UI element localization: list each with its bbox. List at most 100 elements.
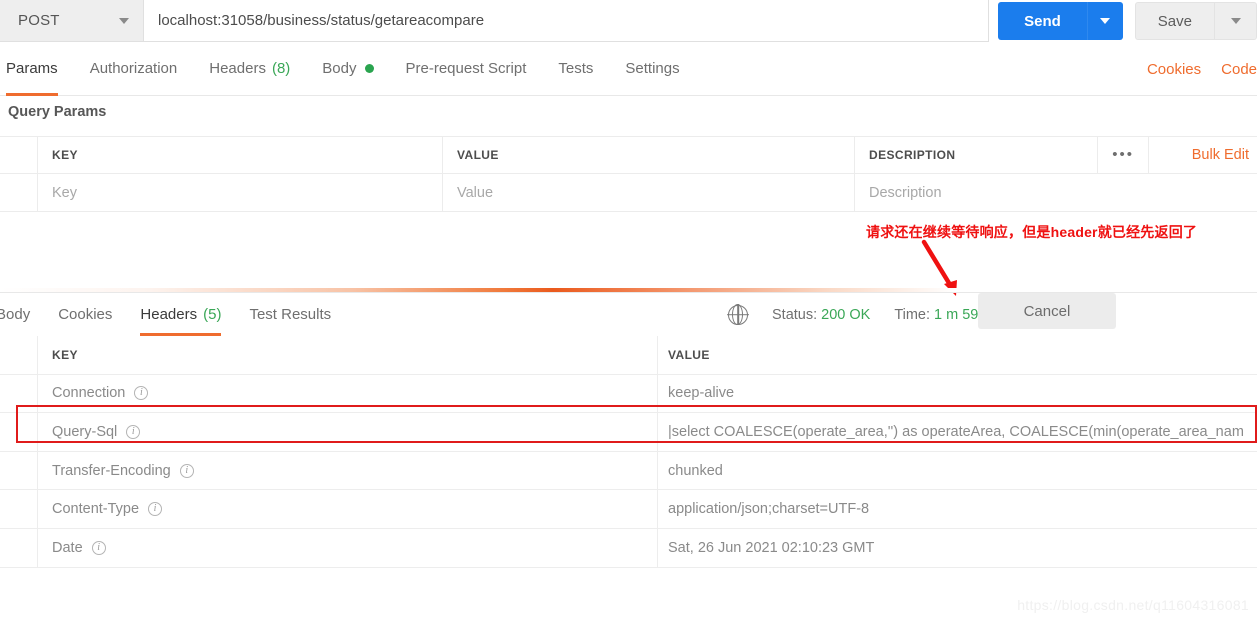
- tab-label: Body: [322, 60, 357, 77]
- time-label: Time:: [894, 306, 931, 323]
- chevron-down-icon: [1100, 18, 1111, 24]
- tab-pre-request-script[interactable]: Pre-request Script: [406, 42, 527, 96]
- response-status-bar: Status:200 OK Time:1 m 59.22 s Size:844 …: [728, 293, 1116, 336]
- query-params-title: Query Params: [8, 104, 107, 120]
- header-key-cell: Content-Type i: [38, 490, 658, 528]
- info-icon[interactable]: i: [126, 424, 141, 439]
- send-button-group: Send: [989, 0, 1123, 42]
- bulk-edit-button[interactable]: Bulk Edit: [1178, 137, 1257, 173]
- cookies-link[interactable]: Cookies: [1147, 61, 1201, 78]
- header-key-cell: Date i: [38, 528, 658, 567]
- status-label: Status:: [772, 306, 818, 323]
- param-key-placeholder: Key: [52, 184, 77, 201]
- header-row-gutter: [0, 374, 38, 413]
- tab-label: Headers: [140, 306, 198, 323]
- tab-params[interactable]: Params: [6, 42, 58, 96]
- save-options-button[interactable]: [1215, 2, 1257, 40]
- table-row: Date i Sat, 26 Jun 2021 02:10:23 GMT: [0, 528, 1257, 568]
- tab-tests[interactable]: Tests: [558, 42, 593, 96]
- header-key-label: Date: [52, 539, 83, 556]
- table-row: Transfer-Encoding i chunked: [0, 451, 1257, 491]
- send-button[interactable]: Send: [998, 2, 1087, 40]
- tab-settings[interactable]: Settings: [625, 42, 679, 96]
- response-tab-headers[interactable]: Headers (5): [140, 293, 222, 336]
- headers-header-row: KEY VALUE: [0, 336, 1257, 375]
- column-header-label: KEY: [52, 148, 78, 162]
- tab-label: Test Results: [249, 306, 332, 323]
- param-value-input[interactable]: Value: [443, 174, 855, 211]
- column-header-label: DESCRIPTION: [869, 148, 956, 162]
- http-method-selector[interactable]: POST: [0, 0, 144, 42]
- tab-count: (8): [271, 60, 291, 77]
- tab-label: Headers: [209, 60, 266, 77]
- code-link[interactable]: Code: [1221, 61, 1257, 78]
- table-row: Query-Sql i |select COALESCE(operate_are…: [0, 413, 1257, 452]
- column-key: KEY: [38, 137, 443, 173]
- tab-authorization[interactable]: Authorization: [90, 42, 178, 96]
- header-key-cell: Transfer-Encoding i: [38, 451, 658, 490]
- tab-label: Authorization: [89, 60, 178, 77]
- table-row: Content-Type i application/json;charset=…: [0, 490, 1257, 529]
- tab-count: (5): [203, 306, 222, 323]
- globe-icon: [728, 303, 748, 326]
- save-button-group: Save: [1123, 0, 1257, 42]
- cancel-button[interactable]: Cancel: [977, 293, 1116, 329]
- tab-label: Settings: [625, 60, 680, 77]
- column-value: VALUE: [443, 137, 855, 173]
- row-checkbox-cell[interactable]: [0, 174, 38, 211]
- response-tab-test-results[interactable]: Test Results: [249, 293, 331, 336]
- select-all-cell: [0, 137, 38, 173]
- chevron-down-icon: [1230, 18, 1241, 24]
- param-key-input[interactable]: Key: [38, 174, 443, 211]
- header-key-label: Query-Sql: [52, 423, 118, 440]
- response-tab-cookies[interactable]: Cookies: [58, 293, 112, 336]
- watermark: https://blog.csdn.net/q11604316081: [1017, 597, 1249, 613]
- tab-headers[interactable]: Headers (8): [209, 42, 290, 96]
- request-url-input[interactable]: localhost:31058/business/status/getareac…: [144, 0, 990, 42]
- column-key: KEY: [38, 336, 658, 374]
- header-row-gutter: [0, 528, 38, 567]
- tab-body[interactable]: Body: [322, 42, 374, 96]
- annotation-text: 请求还在继续等待响应，但是header就已经先返回了: [866, 224, 1198, 240]
- param-description-placeholder: Description: [869, 184, 942, 201]
- chevron-down-icon: [119, 17, 129, 24]
- column-header-label: VALUE: [457, 148, 499, 162]
- info-icon[interactable]: i: [134, 386, 149, 401]
- header-row-gutter: [0, 413, 38, 451]
- request-url-text: localhost:31058/business/status/getareac…: [158, 12, 485, 29]
- request-url-bar: POST localhost:31058/business/status/get…: [0, 0, 1257, 42]
- param-description-input[interactable]: Description: [855, 174, 1257, 211]
- tab-label: Body: [0, 306, 31, 323]
- http-method-label: POST: [18, 12, 60, 29]
- status-value: 200 OK: [821, 306, 871, 323]
- tab-label: Params: [6, 60, 58, 77]
- ellipsis-icon: •••: [1112, 146, 1134, 163]
- header-value-cell: application/json;charset=UTF-8: [668, 501, 870, 518]
- info-icon[interactable]: i: [179, 463, 194, 478]
- info-icon[interactable]: i: [91, 540, 106, 555]
- param-value-placeholder: Value: [457, 184, 494, 201]
- header-key-label: Content-Type: [52, 501, 140, 518]
- header-value-cell: chunked: [668, 462, 723, 479]
- header-value-cell: Sat, 26 Jun 2021 02:10:23 GMT: [668, 539, 875, 556]
- query-params-table: KEY VALUE DESCRIPTION ••• Bulk Edit Key …: [0, 136, 1257, 212]
- postman-window: POST localhost:31058/business/status/get…: [0, 0, 1257, 619]
- column-value: VALUE: [668, 347, 710, 362]
- info-icon[interactable]: i: [148, 502, 163, 517]
- header-row-gutter: [0, 490, 38, 528]
- send-options-button[interactable]: [1086, 2, 1123, 40]
- header-key-cell: Query-Sql i: [38, 413, 658, 451]
- save-button[interactable]: Save: [1134, 2, 1215, 40]
- tab-label: Cookies: [58, 306, 113, 323]
- header-row-gutter: [0, 451, 38, 490]
- response-tab-body[interactable]: Body: [0, 293, 30, 336]
- header-row-gutter: [0, 336, 38, 374]
- header-key-cell: Connection i: [38, 374, 658, 413]
- body-present-dot-icon: [364, 64, 374, 73]
- header-key-label: Transfer-Encoding: [52, 462, 171, 479]
- tab-label: Pre-request Script: [405, 60, 527, 77]
- column-description: DESCRIPTION ••• Bulk Edit: [855, 137, 1257, 173]
- request-tab-links: Cookies Code: [1127, 42, 1257, 96]
- params-more-options-button[interactable]: •••: [1097, 137, 1149, 173]
- status-badge: Status: 200 OK: [772, 307, 870, 323]
